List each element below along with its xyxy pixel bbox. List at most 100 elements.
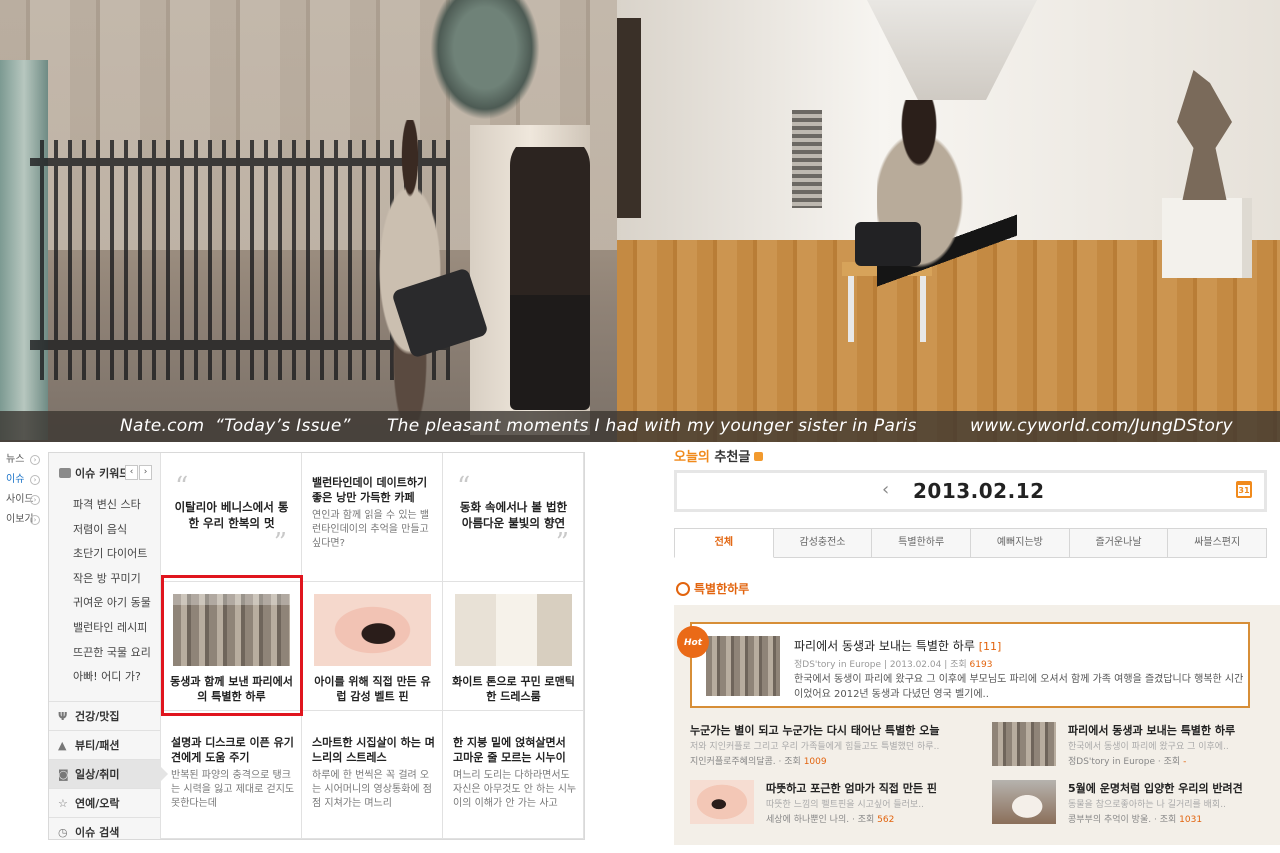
caption-site: Nate.com: [120, 416, 205, 436]
category-label: 연예/오락: [75, 797, 120, 810]
category-health-food[interactable]: Ψ 건강/맛집: [49, 701, 161, 730]
category-label: 이슈 검색: [75, 826, 120, 839]
tab-special-day[interactable]: 특별한하루: [872, 528, 972, 558]
text-card[interactable]: 한 지붕 밑에 얹혀살면서 고마운 줄 모르는 시누이 며느리 도리는 다하라면…: [443, 711, 584, 839]
chevron-icon: ›: [30, 515, 40, 525]
category-label: 일상/취미: [75, 768, 120, 781]
chevron-left-icon[interactable]: ‹: [125, 465, 138, 480]
photo-card[interactable]: 아이를 위해 직접 만든 유럽 감성 벨트 핀: [302, 582, 443, 711]
title-rest: 추천글: [709, 450, 751, 465]
photo-card[interactable]: 화이트 톤으로 꾸민 로맨틱한 드레스룸: [443, 582, 584, 711]
tab-fun[interactable]: 즐거운나날: [1069, 528, 1169, 558]
far-left-nav: 뉴스 › 이슈 › 사이드 › 이보기 ›: [0, 452, 44, 532]
close-quote-icon: ”: [273, 528, 287, 558]
tab-letters[interactable]: 싸블스편지: [1168, 528, 1268, 558]
post-item[interactable]: 5월에 운명처럼 입양한 우리의 반려견 동물을 참으로좋아하는 나 길거리를 …: [992, 780, 1272, 830]
text-card[interactable]: 밸런타인데이 데이트하기 좋은 낭만 가득한 카페 연인과 함께 읽을 수 있는…: [302, 453, 443, 582]
card-title: 설명과 디스크로 이픈 유기견에게 도움 주기: [171, 736, 294, 764]
keyword-link[interactable]: 초단기 다이어트: [73, 542, 161, 567]
views-count: -: [1183, 757, 1187, 767]
chevron-icon: ›: [30, 475, 40, 485]
views-count: 562: [877, 815, 895, 825]
open-quote-icon: “: [175, 472, 189, 502]
post-title: 따뜻하고 포근한 엄마가 직접 만든 핀: [766, 782, 937, 795]
keyword-link[interactable]: 아빠! 어디 가?: [73, 665, 161, 690]
comment-count: [11]: [978, 640, 1002, 653]
far-left-item[interactable]: 사이드 ›: [0, 492, 44, 508]
section-title: 특별한하루: [676, 580, 749, 597]
keyword-link[interactable]: 저렴이 음식: [73, 518, 161, 543]
views-label: 조회: [950, 660, 967, 670]
post-excerpt: 동물을 참으로좋아하는 나 길거리를 배회..: [1068, 800, 1226, 810]
camera-icon: ◙: [58, 768, 69, 781]
post-item[interactable]: 따뜻하고 포근한 엄마가 직접 만든 핀 따뜻한 느낌의 펠트핀을 시고싶어 들…: [690, 780, 980, 830]
views-label: 조회: [857, 815, 875, 825]
post-title: 누군가는 별이 되고 누군가는 다시 태어난 특별한 오늘: [690, 724, 940, 737]
section-title-label: 특별한하루: [694, 582, 750, 596]
clock-icon: ◷: [58, 826, 68, 839]
calendar-icon[interactable]: 31: [1236, 481, 1252, 498]
chevron-left-icon[interactable]: ‹: [882, 479, 889, 500]
keyword-link[interactable]: 귀여운 아기 동물: [73, 591, 161, 616]
wall-painting: [792, 110, 822, 208]
pedestal: [1162, 198, 1252, 278]
card-body: 하루에 한 번씩은 꼭 걸려 오는 시어머니의 영상통화에 점점 지쳐가는 며느…: [312, 770, 432, 809]
far-left-item[interactable]: 뉴스 ›: [0, 452, 44, 468]
hot-post[interactable]: 파리에서 동생과 보내는 특별한 하루 [11] 정DS'tory in Eur…: [690, 622, 1250, 708]
caption-url: www.cyworld.com/JungDStory: [970, 416, 1233, 436]
text-card[interactable]: 스마트한 시집살이 하는 며느리의 스트레스 하루에 한 번씩은 꼭 걸려 오는…: [302, 711, 443, 839]
quote-card[interactable]: “ 동화 속에서나 볼 법한 아름다운 불빛의 향연 ”: [443, 453, 584, 582]
hot-badge: Hot: [677, 626, 709, 658]
tab-all[interactable]: 전체: [674, 528, 774, 558]
author: 정DS'tory in Europe: [1068, 757, 1156, 767]
tab-beauty[interactable]: 예뻐지는방: [971, 528, 1070, 558]
rss-icon[interactable]: [754, 452, 764, 461]
category-beauty-fashion[interactable]: ▲ 뷰티/패션: [49, 730, 161, 759]
category-list: Ψ 건강/맛집 ▲ 뷰티/패션 ◙ 일상/취미 ☆ 연예/오락 ◷ 이슈 검색: [49, 701, 168, 846]
hot-post-description: 한국에서 동생이 파리에 왔구요 그 이후에 부모님도 파리에 오셔서 함께 가…: [794, 674, 1244, 700]
passerby: [510, 135, 590, 410]
category-tabs: 전체 감성충전소 특별한하루 예뻐지는방 즐거운나날 싸블스편지: [674, 528, 1268, 558]
hot-title-text: 파리에서 동생과 보내는 특별한 하루: [794, 639, 975, 653]
handbag: [855, 222, 921, 266]
author: 정DS'tory in Europe: [794, 660, 882, 670]
post-excerpt: 따뜻한 느낌의 펠트핀을 시고싶어 들러보..: [766, 800, 924, 810]
text-card[interactable]: 설명과 디스크로 이픈 유기견에게 도움 주기 반복된 파양의 충격으로 탱크는…: [161, 711, 302, 839]
category-label: 건강/맛집: [75, 710, 120, 723]
keyword-panel: 이슈 키워드 ‹ › 파격 변신 스타 저렴이 음식 초단기 다이어트 작은 방…: [49, 453, 168, 839]
post-item[interactable]: 누군가는 별이 되고 누군가는 다시 태어난 특별한 오늘 저와 지인커플로 그…: [690, 722, 980, 772]
category-issue-search[interactable]: ◷ 이슈 검색: [49, 817, 161, 846]
issue-module: 이슈 키워드 ‹ › 파격 변신 스타 저렴이 음식 초단기 다이어트 작은 방…: [48, 452, 585, 840]
post-date: 2013.02.04: [889, 660, 942, 670]
keyword-link[interactable]: 밸런타인 레시피: [73, 616, 161, 641]
keyword-link[interactable]: 작은 방 꾸미기: [73, 567, 161, 592]
star-icon: ☆: [58, 797, 68, 810]
keyword-link[interactable]: 파격 변신 스타: [73, 493, 161, 518]
category-entertainment[interactable]: ☆ 연예/오락: [49, 788, 161, 817]
views-label: 조회: [1159, 815, 1177, 825]
woman-figure: [355, 120, 465, 420]
card-title: 밸런타인데이 데이트하기 좋은 낭만 가득한 카페: [312, 476, 428, 504]
category-label: 뷰티/패션: [75, 739, 120, 752]
tab-emotion[interactable]: 감성충전소: [773, 528, 873, 558]
card-body: 연인과 함께 읽을 수 있는 밸런타인데이의 추억을 만들고 싶다면?: [312, 510, 430, 549]
current-date: 2013.02.12: [913, 479, 1045, 503]
quote-card[interactable]: “ 이탈리아 베니스에서 통한 우리 한복의 멋 ”: [161, 453, 302, 582]
far-left-item[interactable]: 이보기 ›: [0, 512, 44, 528]
keyword-header-label: 이슈 키워드: [75, 467, 130, 480]
date-navigator: ‹ 2013.02.12 31: [674, 470, 1267, 512]
views-count: 1031: [1179, 815, 1203, 825]
hot-post-thumbnail: [706, 636, 780, 696]
keyword-link[interactable]: 뜨끈한 국물 요리: [73, 641, 161, 666]
post-meta: 정DS'tory in Europe · 조회 -: [1068, 757, 1187, 767]
post-excerpt: 한국에서 동생이 파리에 왔구요 그 이후에..: [1068, 742, 1229, 752]
chevron-icon: ›: [30, 455, 40, 465]
far-left-item[interactable]: 이슈 ›: [0, 472, 44, 488]
author: 지인커플로주혜의달콤.: [690, 757, 776, 767]
card-body: 며느리 도리는 다하라면서도 자신은 아무것도 안 하는 시누이의 이해가 안 …: [453, 770, 577, 809]
speech-bubble-icon: [59, 468, 71, 478]
post-item[interactable]: 파리에서 동생과 보내는 특별한 하루 한국에서 동생이 파리에 왔구요 그 이…: [992, 722, 1272, 772]
chevron-right-icon[interactable]: ›: [139, 465, 152, 480]
card-caption: 아이를 위해 직접 만든 유럽 감성 벨트 핀: [314, 675, 431, 703]
category-daily-hobby[interactable]: ◙ 일상/취미: [49, 759, 168, 788]
